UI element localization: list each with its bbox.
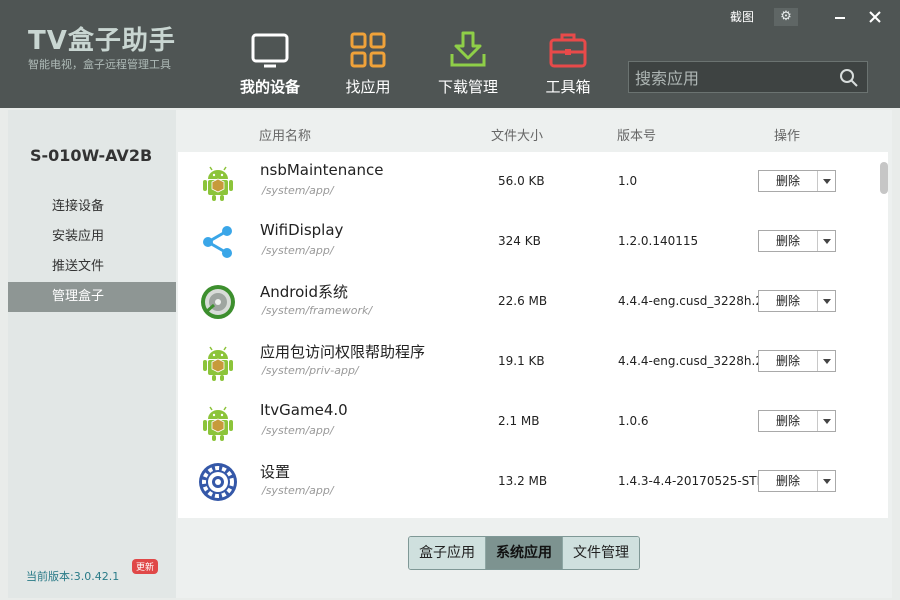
delete-button-label: 删除 [759, 411, 818, 431]
brand: TV盒子助手 智能电视，盒子远程管理工具 [28, 26, 176, 72]
app-version: 4.4.4-eng.cusd_3228h.20 [618, 294, 760, 308]
delete-button[interactable]: 删除 [758, 470, 836, 492]
nav-toolbox-label: 工具箱 [545, 78, 591, 96]
tv-icon [251, 33, 289, 68]
table-row[interactable]: WifiDisplay /system/app/ 324 KB 1.2.0.14… [178, 212, 878, 272]
app-size: 324 KB [498, 234, 541, 248]
app-path: /system/app/ [262, 424, 334, 437]
app-name: 应用包访问权限帮助程序 [260, 343, 426, 361]
search-input[interactable] [633, 64, 837, 92]
android-icon [203, 346, 233, 381]
nav-find-apps[interactable]: 找应用 [328, 30, 408, 97]
app-version: 1.4.3-4.4-20170525-STB [618, 474, 760, 488]
app-window: TV盒子助手 智能电视，盒子远程管理工具 我的设备 找应用 下载管理 工具箱 搜… [0, 0, 900, 600]
scrollbar[interactable] [878, 152, 888, 518]
delete-button-label: 删除 [759, 351, 818, 371]
delete-button[interactable]: 删除 [758, 290, 836, 312]
gear-icon[interactable]: ⚙ [774, 8, 798, 26]
delete-button[interactable]: 删除 [758, 230, 836, 252]
delete-button-label: 删除 [759, 471, 818, 491]
column-header-name: 应用名称 [259, 129, 312, 144]
android-system-icon [201, 285, 235, 319]
nav-downloads-label: 下载管理 [437, 78, 498, 96]
brand-subtitle: 智能电视，盒子远程管理工具 [28, 58, 171, 71]
table-row[interactable]: Android系统 /system/framework/ 22.6 MB 4.4… [178, 272, 878, 332]
delete-button-label: 删除 [759, 171, 818, 191]
search-box [628, 61, 868, 93]
app-version: 4.4.4-eng.cusd_3228h.20 [618, 354, 760, 368]
app-path: /system/priv-app/ [262, 364, 359, 377]
table-row[interactable]: ItvGame4.0 /system/app/ 2.1 MB 1.0.6 删除 [178, 392, 878, 452]
main-panel: 应用名称 文件大小 版本号 操作 nsbMaintenance /system/… [176, 110, 892, 598]
delete-button[interactable]: 删除 [758, 410, 836, 432]
app-path: /system/app/ [262, 244, 334, 257]
app-type-tabs: 盒子应用 系统应用 文件管理 [408, 536, 640, 570]
header-bar: TV盒子助手 智能电视，盒子远程管理工具 我的设备 找应用 下载管理 工具箱 搜… [0, 0, 900, 108]
download-icon [450, 31, 486, 67]
update-badge[interactable]: 更新 [132, 559, 159, 574]
app-name: 设置 [260, 463, 291, 481]
toolbox-icon [549, 33, 587, 68]
app-name: WifiDisplay [260, 221, 344, 239]
close-icon[interactable] [858, 8, 892, 26]
dropdown-arrow-icon[interactable] [819, 231, 835, 251]
minimize-icon[interactable] [826, 8, 854, 26]
tab-box-apps[interactable]: 盒子应用 [409, 537, 486, 569]
dropdown-arrow-icon[interactable] [819, 351, 835, 371]
device-name: S-010W-AV2B [30, 146, 153, 165]
app-version: 1.0 [618, 174, 638, 188]
table-row[interactable]: 应用包访问权限帮助程序 /system/priv-app/ 19.1 KB 4.… [178, 332, 878, 392]
grid-icon [350, 32, 386, 68]
screenshot-button[interactable]: 截图 [730, 8, 754, 26]
android-icon [203, 166, 233, 201]
sidebar-item-push-file[interactable]: 推送文件 [8, 252, 176, 282]
tab-system-apps[interactable]: 系统应用 [486, 537, 563, 569]
sidebar-item-install-app[interactable]: 安装应用 [8, 222, 176, 252]
dropdown-arrow-icon[interactable] [819, 171, 835, 191]
sidebar-item-connect-device[interactable]: 连接设备 [8, 192, 176, 222]
table-row[interactable]: nsbMaintenance /system/app/ 56.0 KB 1.0 … [178, 152, 878, 212]
tab-file-manager[interactable]: 文件管理 [563, 537, 639, 569]
dropdown-arrow-icon[interactable] [819, 291, 835, 311]
sidebar-menu: 连接设备 安装应用 推送文件 管理盒子 [8, 192, 176, 312]
app-size: 19.1 KB [498, 354, 545, 368]
delete-button[interactable]: 删除 [758, 170, 836, 192]
nav-my-devices-label: 我的设备 [239, 78, 300, 96]
app-version: 1.2.0.140115 [618, 234, 699, 248]
search-icon[interactable] [839, 68, 859, 88]
share-icon [203, 226, 232, 258]
app-path: /system/framework/ [262, 304, 373, 317]
delete-button-label: 删除 [759, 231, 818, 251]
app-size: 13.2 MB [498, 474, 548, 488]
app-name: Android系统 [260, 283, 348, 301]
dropdown-arrow-icon[interactable] [819, 471, 835, 491]
settings-icon [199, 463, 237, 501]
column-header-version: 版本号 [617, 129, 657, 144]
app-list: nsbMaintenance /system/app/ 56.0 KB 1.0 … [178, 152, 888, 518]
nav-my-devices[interactable]: 我的设备 [230, 30, 310, 97]
app-path: /system/app/ [262, 484, 334, 497]
nav-find-apps-label: 找应用 [345, 78, 391, 96]
android-icon [203, 406, 233, 441]
delete-button[interactable]: 删除 [758, 350, 836, 372]
app-size: 2.1 MB [498, 414, 540, 428]
column-header-action: 操作 [774, 129, 801, 144]
nav-downloads[interactable]: 下载管理 [428, 30, 508, 97]
app-size: 56.0 KB [498, 174, 545, 188]
table-row[interactable]: 设置 /system/app/ 13.2 MB 1.4.3-4.4-201705… [178, 452, 878, 512]
app-path: /system/app/ [262, 184, 334, 197]
column-header-size: 文件大小 [491, 129, 544, 144]
app-version: 1.0.6 [618, 414, 649, 428]
version-label: 当前版本:3.0.42.1 [26, 570, 120, 583]
app-name: nsbMaintenance [260, 161, 384, 179]
app-name: ItvGame4.0 [260, 401, 348, 419]
scrollbar-thumb[interactable] [880, 162, 888, 194]
app-size: 22.6 MB [498, 294, 548, 308]
dropdown-arrow-icon[interactable] [819, 411, 835, 431]
sidebar-item-manage-box[interactable]: 管理盒子 [8, 282, 176, 312]
sidebar: S-010W-AV2B 连接设备 安装应用 推送文件 管理盒子 当前版本:3.0… [8, 110, 176, 598]
nav-toolbox[interactable]: 工具箱 [528, 30, 608, 97]
brand-title: TV盒子助手 [28, 26, 176, 56]
delete-button-label: 删除 [759, 291, 818, 311]
